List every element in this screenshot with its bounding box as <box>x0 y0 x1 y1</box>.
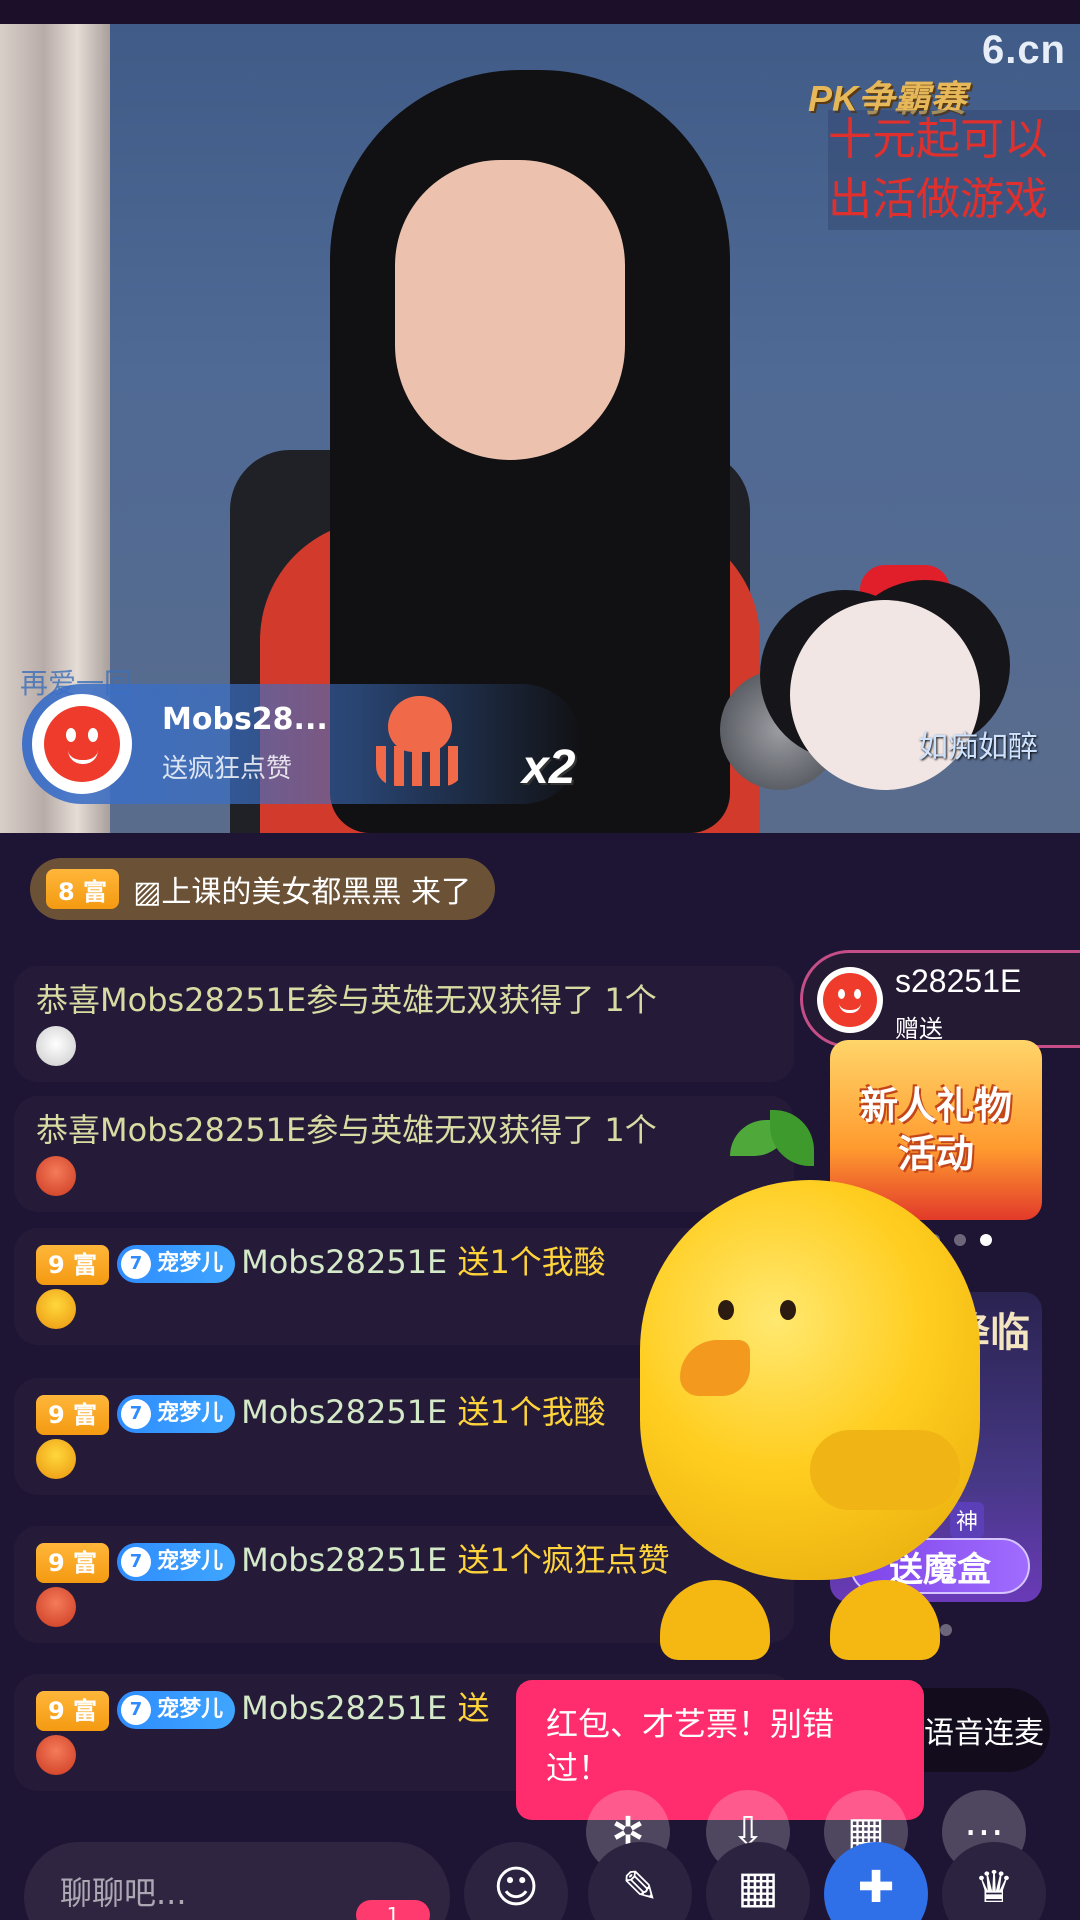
promo-text: 十元起可以 出活做游戏 <box>828 110 1080 230</box>
streamer-face <box>395 160 625 460</box>
fans-icon: ☺ <box>493 1862 539 1913</box>
live-video[interactable]: 6.cn PK争霸赛 十元起可以 出活做游戏 如痴如醉 再爱一回 Mobs28.… <box>0 0 1080 833</box>
octopus-gift-icon <box>370 688 470 798</box>
avatar-face-icon <box>44 706 120 782</box>
wealth-level-badge: 9 富 <box>36 1395 110 1435</box>
status-strip <box>0 0 1080 24</box>
chat-username[interactable]: Mobs28251E <box>241 1689 447 1727</box>
octopus-icon <box>36 1587 76 1627</box>
octopus-icon <box>36 1735 76 1775</box>
wealth-level-badge: 9 富 <box>36 1691 110 1731</box>
chat-username[interactable]: Mobs28251E <box>241 1393 447 1431</box>
heart-icon: 7 <box>121 1399 152 1429</box>
chick-icon <box>36 1289 76 1329</box>
crown-icon: ♛ <box>974 1862 1014 1913</box>
chick-gift-animation <box>630 1110 990 1670</box>
gift-toast[interactable]: Mobs28... 送疯狂点赞 <box>22 684 582 804</box>
rooster-icon <box>36 1026 76 1066</box>
chat-input-placeholder: 聊聊吧... <box>60 1874 187 1912</box>
promo-line: 十元起可以 <box>828 114 1048 165</box>
fans-button[interactable]: ☺ <box>464 1842 568 1920</box>
pet-badge[interactable]: 7 宠梦儿 <box>117 1543 236 1581</box>
entry-notice: 8 富 ▨上课的美女都黑黑 来了 <box>30 858 495 920</box>
toast-action: 送疯狂点赞 <box>162 754 293 784</box>
wealth-level-badge: 8 富 <box>46 869 120 909</box>
pet-badge[interactable]: 7 宠梦儿 <box>117 1691 236 1729</box>
message-icon: ✎ <box>621 1862 659 1913</box>
apps-icon: ▦ <box>737 1862 779 1913</box>
avatar[interactable] <box>32 694 132 794</box>
brand-logo: 6.cn <box>981 28 1066 72</box>
chat-username[interactable]: Mobs28251E <box>241 1243 447 1281</box>
chick-icon <box>36 1439 76 1479</box>
heart-icon: 7 <box>121 1695 152 1725</box>
entry-text: ▨上课的美女都黑黑 来了 <box>133 875 471 910</box>
chat-message[interactable]: 恭喜Mobs28251E参与英雄无双获得了 1个 <box>14 966 794 1082</box>
chick-icon <box>640 1180 980 1580</box>
gift-notification[interactable]: s28251E 赠送 <box>800 950 1080 1048</box>
gift-text: 送 <box>447 1689 490 1727</box>
notify-action: 赠送 <box>895 1015 943 1043</box>
gift-text: 送1个我酸 <box>447 1393 606 1431</box>
avatar[interactable] <box>817 967 883 1033</box>
toast-username: Mobs28... <box>162 702 328 737</box>
promo-line: 出活做游戏 <box>828 174 1048 225</box>
voice-link-label: 语音连麦 <box>924 1716 1044 1751</box>
pet-badge[interactable]: 7 宠梦儿 <box>117 1395 236 1433</box>
heart-icon: 7 <box>121 1249 152 1279</box>
chat-username[interactable]: Mobs28251E <box>241 1541 447 1579</box>
video-overlay-name: 如痴如醉 <box>918 730 1038 765</box>
gift-text: 送1个我酸 <box>447 1243 606 1281</box>
pet-badge[interactable]: 7 宠梦儿 <box>117 1245 236 1283</box>
notify-username: s28251E <box>895 963 1022 999</box>
gift-multiplier: x2 <box>522 741 576 794</box>
wealth-level-badge: 9 富 <box>36 1245 110 1285</box>
game-icon: ✚ <box>857 1862 895 1913</box>
fans-count-badge: 1 <box>356 1900 430 1920</box>
heart-icon: 7 <box>121 1547 152 1577</box>
avatar-face-icon <box>823 973 877 1027</box>
system-message-text: 恭喜Mobs28251E参与英雄无双获得了 1个 <box>36 981 657 1019</box>
wealth-level-badge: 9 富 <box>36 1543 110 1583</box>
octopus-icon <box>36 1156 76 1196</box>
